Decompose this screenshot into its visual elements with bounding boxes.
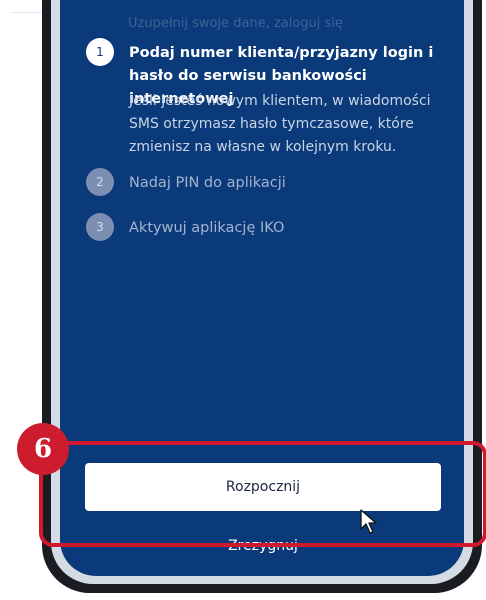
step-2-number: 2 bbox=[86, 168, 114, 196]
step-3-title: Aktywuj aplikację IKO bbox=[129, 220, 285, 236]
step-1-description: Jeśli jesteś nowym klientem, w wiadomośc… bbox=[129, 93, 431, 155]
mouse-cursor-icon bbox=[360, 509, 377, 534]
annotation-step-badge: 6 bbox=[17, 423, 69, 475]
step-3-number: 3 bbox=[86, 213, 114, 241]
faded-step-text: Uzupełnij swoje dane, zaloguj się bbox=[128, 16, 343, 31]
annotation-highlight-box bbox=[39, 441, 486, 547]
step-2-title: Nadaj PIN do aplikacji bbox=[129, 175, 286, 191]
step-1-number: 1 bbox=[86, 38, 114, 66]
